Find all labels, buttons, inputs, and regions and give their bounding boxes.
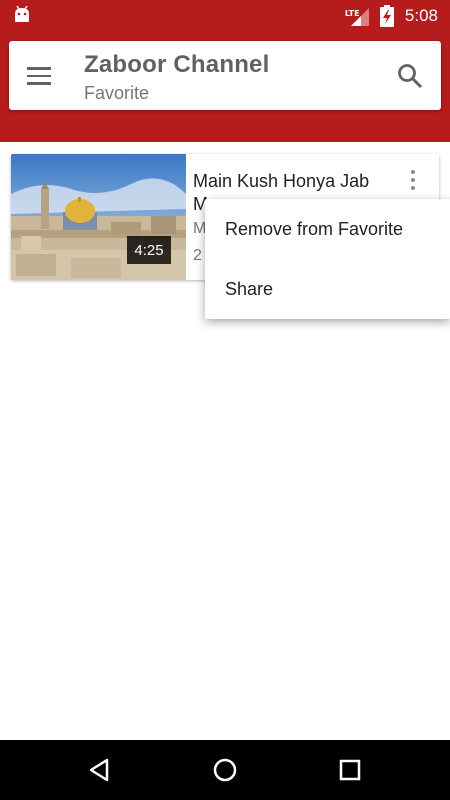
system-nav-bar <box>0 740 450 800</box>
search-icon[interactable] <box>397 63 423 89</box>
status-bar: LTE 5:08 <box>0 0 450 31</box>
battery-charging-icon <box>379 4 394 27</box>
more-vert-icon[interactable] <box>407 168 419 192</box>
video-thumbnail[interactable]: 4:25 <box>11 154 186 280</box>
hamburger-menu-icon[interactable] <box>27 62 55 90</box>
signal-lte-icon: LTE <box>345 6 369 26</box>
back-icon[interactable] <box>85 755 115 785</box>
menu-item-share[interactable]: Share <box>205 259 450 319</box>
popup-menu: Remove from Favorite Share <box>205 199 450 319</box>
video-meta-line2: 2 <box>193 247 202 264</box>
title-card: Zaboor Channel Favorite <box>9 41 441 110</box>
menu-item-remove-favorite[interactable]: Remove from Favorite <box>205 199 450 259</box>
video-duration: 4:25 <box>127 236 171 264</box>
recents-icon[interactable] <box>335 755 365 785</box>
android-icon <box>15 5 29 22</box>
page-subtitle: Favorite <box>84 83 150 103</box>
page-title: Zaboor Channel <box>84 51 270 78</box>
title-block: Zaboor Channel Favorite <box>84 51 269 104</box>
status-time: 5:08 <box>404 5 438 25</box>
status-icons: LTE 5:08 <box>345 0 438 31</box>
home-icon[interactable] <box>210 755 240 785</box>
